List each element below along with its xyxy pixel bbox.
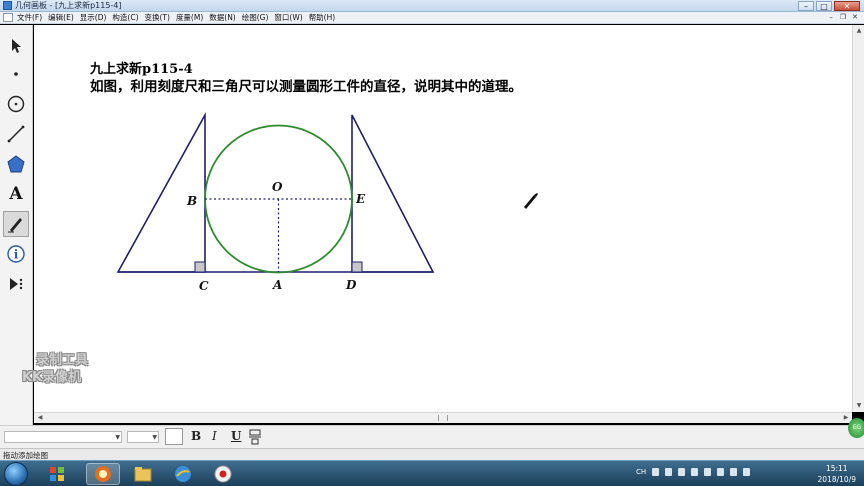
right-angle-marker-c [194, 261, 206, 273]
point-tool-icon [14, 72, 18, 76]
flag-icon[interactable] [717, 468, 725, 476]
start-orb[interactable] [4, 462, 28, 486]
geometry-sketchpad-button[interactable] [86, 463, 120, 485]
recorder-watermark: 录制工具 KK录像机 [0, 352, 110, 386]
horizontal-scrollbar[interactable]: ◀ ▶ [34, 412, 852, 423]
settings-icon[interactable] [691, 468, 699, 476]
browser-button[interactable] [166, 463, 200, 485]
label-c[interactable]: C [199, 279, 209, 293]
menu-graph[interactable]: 绘图(G) [242, 12, 269, 23]
polygon-tool-icon [7, 155, 25, 173]
custom-tool[interactable] [3, 271, 29, 297]
text-tool[interactable]: A [3, 181, 29, 207]
underline-button[interactable]: U [231, 429, 241, 443]
app-icon [3, 1, 12, 10]
math-format-icon[interactable] [247, 428, 263, 446]
custom-tool-icon [10, 278, 23, 290]
window-title: 几何画板 - [九上求新p115-4] [15, 1, 122, 10]
menu-transform[interactable]: 变换(T) [145, 12, 170, 23]
straightedge-tool-icon [7, 125, 25, 143]
network-icon[interactable] [730, 468, 738, 476]
arrow-tool-icon [12, 39, 21, 53]
help-icon[interactable] [665, 468, 673, 476]
scroll-up-icon[interactable]: ▲ [854, 26, 864, 36]
media-app-icon [50, 467, 64, 481]
marker-tool-icon [8, 218, 22, 233]
information-tool[interactable]: i [3, 241, 29, 267]
text-color-button[interactable] [165, 428, 183, 445]
arrow-tool[interactable] [3, 33, 29, 59]
chevron-down-icon: ▼ [115, 434, 120, 441]
label-a[interactable]: A [272, 278, 282, 292]
file-explorer-icon [134, 467, 152, 482]
keyboard-icon[interactable] [678, 468, 686, 476]
menu-display[interactable]: 显示(D) [80, 12, 107, 23]
menu-edit[interactable]: 编辑(E) [48, 12, 74, 23]
tray-icon[interactable] [652, 468, 660, 476]
label-e[interactable]: E [355, 192, 366, 206]
watermark-line-1: 录制工具 [36, 353, 89, 368]
polygon-tool[interactable] [3, 151, 29, 177]
information-tool-icon: i [7, 245, 25, 263]
recorder-button[interactable] [206, 463, 240, 485]
clock-date: 2018/10/9 [817, 475, 856, 484]
menu-data[interactable]: 数据(N) [209, 12, 235, 23]
menu-measure[interactable]: 度量(M) [176, 12, 203, 23]
title-bar: 几何画板 - [九上求新p115-4] – □ ✕ [0, 0, 864, 12]
document-menu-icon[interactable] [3, 13, 13, 22]
vertical-scrollbar[interactable]: ▲ ▼ [852, 25, 864, 412]
geometry-sketchpad-icon [95, 466, 111, 482]
close-button[interactable]: ✕ [834, 1, 860, 11]
doc-restore-button[interactable]: ❐ [838, 13, 848, 22]
battery-icon[interactable] [704, 468, 712, 476]
marker-cursor-icon [524, 193, 538, 209]
media-app-button[interactable] [40, 463, 74, 485]
doc-minimize-button[interactable]: – [826, 13, 836, 22]
label-o[interactable]: O [272, 180, 283, 194]
italic-button[interactable]: I [212, 429, 217, 443]
menu-help[interactable]: 帮助(H) [309, 12, 336, 23]
label-b[interactable]: B [186, 194, 197, 208]
browser-icon [175, 466, 191, 482]
menu-file[interactable]: 文件(F) [17, 12, 42, 23]
menu-construct[interactable]: 构造(C) [112, 12, 138, 23]
taskbar: CH 15:11 2018/10/9 [0, 460, 864, 486]
text-tool-icon: A [9, 184, 23, 204]
point-tool[interactable] [3, 61, 29, 87]
recorder-icon [214, 465, 232, 483]
clock-time: 15:11 [825, 464, 848, 473]
menu-bar: 文件(F) 编辑(E) 显示(D) 构造(C) 变换(T) 度量(M) 数据(N… [0, 12, 864, 24]
window-controls: – □ ✕ [798, 1, 860, 11]
file-explorer-button[interactable] [126, 463, 160, 485]
maximize-button[interactable]: □ [816, 1, 832, 11]
scroll-down-icon[interactable]: ▼ [854, 401, 864, 411]
sketch-canvas[interactable]: 九上求新p115-4 如图，利用刻度尺和三角尺可以测量圆形工件的直径，说明其中的… [34, 25, 852, 412]
svg-text:i: i [14, 248, 19, 262]
font-size-select[interactable]: ▼ [127, 431, 159, 443]
watermark-line-2: KK录像机 [22, 370, 82, 385]
label-d[interactable]: D [345, 278, 357, 292]
right-angle-marker-d [351, 261, 363, 273]
scroll-left-icon[interactable]: ◀ [35, 413, 45, 423]
straightedge-tool[interactable] [3, 121, 29, 147]
compass-tool-icon [7, 95, 25, 113]
menu-window[interactable]: 窗口(W) [274, 12, 302, 23]
floating-action-icon[interactable]: EG [848, 418, 864, 438]
bold-button[interactable]: B [191, 429, 201, 443]
minimize-button[interactable]: – [798, 1, 814, 11]
geometry-figure: O B E C A D [116, 111, 538, 293]
doc-close-button[interactable]: ✕ [850, 13, 860, 22]
compass-tool[interactable] [3, 91, 29, 117]
input-language[interactable]: CH [636, 468, 646, 476]
status-bar: 拖动添加绘图 [0, 448, 864, 460]
document-window-controls: – ❐ ✕ [826, 13, 860, 22]
font-select[interactable]: ▼ [4, 431, 122, 443]
text-format-bar: ▼ ▼ B I U [0, 425, 864, 448]
clock[interactable]: 15:11 2018/10/9 [818, 463, 856, 485]
chevron-down-icon: ▼ [152, 434, 157, 441]
volume-icon[interactable] [743, 468, 751, 476]
marker-tool[interactable] [3, 211, 29, 237]
scroll-thumb[interactable] [438, 415, 448, 421]
system-tray: CH [636, 468, 751, 476]
